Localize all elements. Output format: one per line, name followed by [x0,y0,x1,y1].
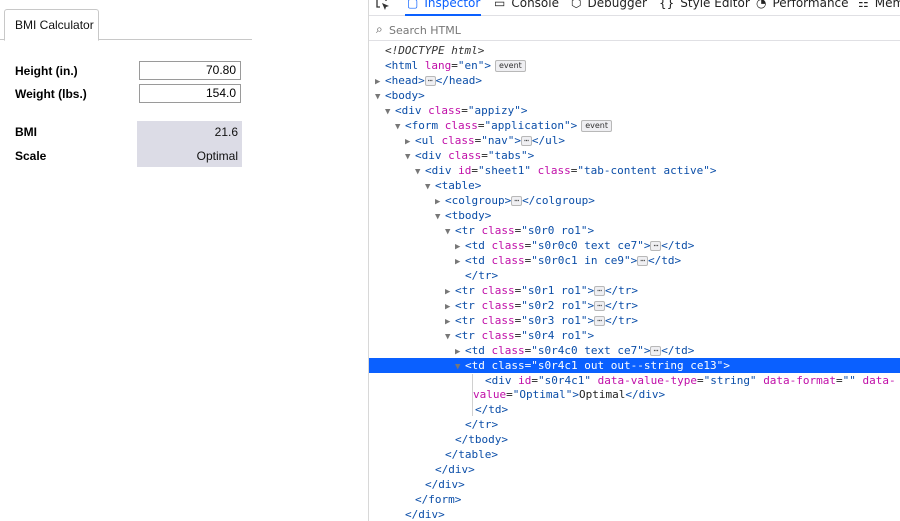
memory-icon: ☷ [858,0,869,10]
tab-bmi-calculator[interactable]: BMI Calculator [4,9,99,41]
markup-node-row[interactable]: </tbody> [369,432,900,447]
markup-node-row[interactable]: ▶ <tr class="s0r2 ro1"> ⋯ </tr> [369,298,900,313]
markup-node-row[interactable]: <div id="s0r4c1" data-value-type="string… [369,373,900,388]
markup-node-row[interactable]: </div> [369,462,900,477]
tab-console[interactable]: ▭ Console [494,0,559,10]
bmi-output: 21.6 [214,125,238,139]
scale-label: Scale [15,149,47,163]
tab-memory[interactable]: ☷ Mem [858,0,900,10]
markup-node-row[interactable]: ▼ <form class="application"> event [369,118,900,133]
weight-input[interactable]: 154.0 [139,84,241,103]
tab-debugger[interactable]: ⬡ Debugger [571,0,647,10]
markup-node-row[interactable]: ▶ <head> ⋯ </head> [369,73,900,88]
markup-node-row[interactable]: </tr> [369,268,900,283]
markup-node-row[interactable]: </td> [369,402,900,417]
element-picker-icon[interactable] [375,0,391,15]
markup-node-row[interactable]: ▶ <td class="s0r0c0 text ce7"> ⋯ </td> [369,238,900,253]
height-input[interactable]: 70.80 [139,61,241,80]
markup-node-row[interactable]: ▼ <div class="tabs"> [369,148,900,163]
inspector-icon: ▢ [407,0,419,10]
markup-node-row[interactable]: </div> [369,477,900,492]
scale-output: Optimal [196,149,238,163]
active-tab-indicator [405,14,481,16]
sheet-tab-bar: BMI Calculator [0,0,252,41]
markup-node-row[interactable]: ▼ <body> [369,88,900,103]
debugger-icon: ⬡ [571,0,582,10]
tab-performance[interactable]: ◔ Performance [756,0,849,10]
markup-node-row[interactable]: ▶ <tr class="s0r3 ro1"> ⋯ </tr> [369,313,900,328]
search-html-bar[interactable]: ⌕ Search HTML [369,21,900,41]
markup-node-row[interactable]: ▶ <ul class="nav"> ⋯ </ul> [369,133,900,148]
console-icon: ▭ [494,0,506,10]
weight-label: Weight (lbs.) [15,87,87,101]
markup-node-row[interactable]: <!DOCTYPE html> [369,43,900,58]
style-editor-icon: {} [659,0,675,10]
bmi-label: BMI [15,125,37,139]
search-icon: ⌕ [376,22,383,36]
markup-node-row[interactable]: </form> [369,492,900,507]
markup-node-row[interactable]: </table> [369,447,900,462]
twisty-icon [395,509,405,521]
tab-style-editor[interactable]: {} Style Editor [659,0,750,10]
markup-node-row[interactable]: ▼ <tbody> [369,208,900,223]
markup-node-row[interactable]: ▼ <div id="sheet1" class="tab-content act… [369,163,900,178]
markup-node-row[interactable]: ▶ <colgroup> ⋯ </colgroup> [369,193,900,208]
search-html-input[interactable]: Search HTML [389,24,461,37]
markup-node-row[interactable]: </div> [369,507,900,521]
performance-icon: ◔ [756,0,767,10]
markup-node-row[interactable]: ▶ <td class="s0r4c0 text ce7"> ⋯ </td> [369,343,900,358]
devtools-panel: ▢ Inspector ▭ Console ⬡ Debugger {} Style Ed… [368,0,900,521]
bmi-calculator-app: BMI Calculator Height (in.) 70.80 Weight… [0,0,368,521]
markup-node-row[interactable]: ▼ <tr class="s0r4 ro1"> [369,328,900,343]
height-label: Height (in.) [15,64,78,78]
tab-inspector[interactable]: ▢ Inspector [407,0,480,10]
markup-node-row[interactable]: value="Optimal">Optimal</div> [369,387,900,402]
markup-node-row[interactable]: ▶ <tr class="s0r1 ro1"> ⋯ </tr> [369,283,900,298]
selected-node-row[interactable]: ▼ <td class="s0r4c1 out out--string ce13"… [369,358,900,373]
indent-guide [472,374,473,416]
markup-node-row[interactable]: ▼ <table> [369,178,900,193]
markup-node-row[interactable]: <html lang="en"> event [369,58,900,73]
markup-node-row[interactable]: </tr> [369,417,900,432]
markup-node-row[interactable]: ▼ <tr class="s0r0 ro1"> [369,223,900,238]
devtools-toolbar: ▢ Inspector ▭ Console ⬡ Debugger {} Style Ed… [369,0,900,16]
markup-tree: <!DOCTYPE html> <html lang="en"> event ▶ <h… [369,41,900,521]
markup-node-row[interactable]: ▼ <div class="appizy"> [369,103,900,118]
markup-node-row[interactable]: ▶ <td class="s0r0c1 in ce9"> ⋯ </td> [369,253,900,268]
